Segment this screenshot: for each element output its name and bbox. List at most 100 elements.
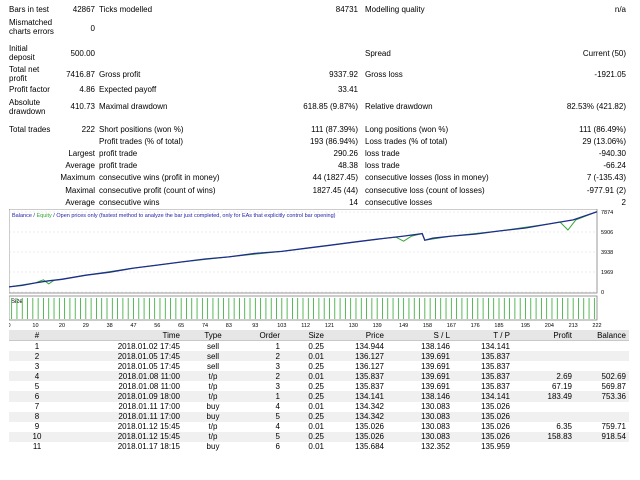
cell-profit bbox=[513, 402, 575, 412]
cell-tp: 135.026 bbox=[481, 402, 510, 412]
x-tick-label: 74 bbox=[202, 323, 208, 329]
table-row[interactable]: 10 2018.01.12 15:45 t/p 5 0.25 135.026 130.083… bbox=[9, 431, 629, 442]
col-header-sl[interactable]: S / L bbox=[387, 330, 453, 341]
col-header-balance[interactable]: Balance bbox=[575, 330, 629, 341]
table-row[interactable]: 7 2018.01.11 17:00 buy 4 0.01 134.342 130.083 1… bbox=[9, 402, 629, 412]
initial-deposit-label: Initial bbox=[9, 44, 28, 53]
cell-balance bbox=[575, 351, 629, 362]
col-header-size[interactable]: Size bbox=[283, 330, 327, 341]
cell-tp: 135.026 bbox=[481, 422, 510, 432]
table-row[interactable]: 1 2018.01.02 17:45 sell 1 0.25 134.944 138.146… bbox=[9, 341, 629, 352]
cell-type: t/p bbox=[183, 391, 243, 402]
col-header-order[interactable]: Order bbox=[243, 330, 283, 341]
cell-balance bbox=[575, 411, 629, 422]
cell-type: sell bbox=[183, 351, 243, 362]
x-tick-label: 149 bbox=[399, 323, 408, 329]
col-header-num[interactable]: # bbox=[9, 330, 65, 341]
cell-profit bbox=[513, 351, 575, 362]
profit-factor-label: Profit factor bbox=[9, 85, 50, 94]
cell-price: 134.342 bbox=[327, 411, 387, 422]
profit-trades-label: Profit trades (% of total) bbox=[99, 137, 184, 146]
loss-trades-value: 29 (13.06%) bbox=[582, 137, 626, 146]
table-row[interactable]: 4 2018.01.08 11:00 t/p 2 0.01 135.837 139.691 1… bbox=[9, 371, 629, 382]
x-tick-label: 29 bbox=[83, 323, 89, 329]
table-row[interactable]: 5 2018.01.08 11:00 t/p 3 0.25 135.837 139.691 1… bbox=[9, 381, 629, 391]
max-consec-wins-value: 44 (1827.45) bbox=[312, 173, 358, 182]
table-row[interactable]: 9 2018.01.12 15:45 t/p 4 0.01 135.026 130.083 1… bbox=[9, 422, 629, 432]
cell-sl: 139.691 bbox=[387, 351, 453, 362]
cell-size: 0.25 bbox=[308, 361, 324, 371]
average-loss-value: -66.24 bbox=[603, 161, 626, 170]
cell-order: 4 bbox=[275, 422, 280, 432]
cell-size: 0.25 bbox=[283, 411, 327, 422]
average-profit-value: 48.38 bbox=[337, 161, 358, 170]
table-row[interactable]: 6 2018.01.09 18:00 t/p 1 0.25 134.141 138.146 1… bbox=[9, 391, 629, 402]
gross-profit-value: 9337.92 bbox=[329, 70, 358, 79]
balance-equity-chart: Balance / Equity / Open prices only (fas… bbox=[9, 209, 613, 329]
max-consec-losses-label: consecutive losses (loss in money) bbox=[365, 173, 489, 182]
modelling-quality-label: Modelling quality bbox=[365, 5, 425, 14]
cell-tp: 134.141 bbox=[481, 341, 510, 351]
cell-time: 2018.01.11 17:00 bbox=[118, 402, 180, 412]
col-header-profit[interactable]: Profit bbox=[513, 330, 575, 341]
cell-time: 2018.01.09 18:00 bbox=[65, 391, 183, 402]
cell-tp: 135.837 bbox=[453, 371, 513, 382]
maximal-drawdown-label: Maximal drawdown bbox=[99, 102, 168, 111]
table-row[interactable]: 11 2018.01.17 18:15 buy 6 0.01 135.684 132.352… bbox=[9, 442, 629, 452]
max-consec-wins-label: consecutive wins (profit in money) bbox=[99, 173, 220, 182]
col-header-price[interactable]: Price bbox=[327, 330, 387, 341]
cell-sl: 138.146 bbox=[387, 391, 453, 402]
spread-value: Current (50) bbox=[582, 49, 626, 58]
spread-label: Spread bbox=[365, 49, 391, 58]
y-axis-ticks: 7874 5906 3938 1969 0 bbox=[601, 210, 613, 296]
table-row[interactable]: 2 2018.01.05 17:45 sell 2 0.01 136.127 139.691… bbox=[9, 351, 629, 362]
cell-price: 135.684 bbox=[355, 442, 384, 452]
absolute-drawdown-label: Absolute bbox=[9, 98, 41, 107]
cell-tp: 134.141 bbox=[453, 391, 513, 402]
cell-price: 134.944 bbox=[355, 341, 384, 351]
total-net-profit-value: 7416.87 bbox=[66, 70, 95, 79]
maximum-label: Maximum bbox=[60, 173, 95, 182]
avg-consec-wins-label: consecutive wins bbox=[99, 198, 160, 207]
cell-price: 136.127 bbox=[355, 361, 384, 371]
y-tick-label: 3938 bbox=[601, 250, 613, 256]
cell-order: 6 bbox=[275, 442, 280, 452]
mismatched-label-2: charts errors bbox=[9, 27, 54, 36]
cell-time: 2018.01.08 11:00 bbox=[65, 371, 183, 382]
cell-balance: 759.71 bbox=[601, 422, 626, 432]
table-row[interactable]: 3 2018.01.05 17:45 sell 3 0.25 136.127 139.691… bbox=[9, 361, 629, 371]
x-tick-label: 213 bbox=[569, 323, 578, 329]
expected-payoff-value: 33.41 bbox=[337, 85, 358, 94]
cell-type: buy bbox=[206, 402, 220, 412]
loss-trades-label: Loss trades (% of total) bbox=[365, 137, 448, 146]
cell-price: 134.342 bbox=[355, 402, 384, 412]
avg-consec-losses-value: 2 bbox=[621, 198, 626, 207]
maximal-consec-profit-value: 1827.45 (44) bbox=[312, 186, 358, 195]
cell-num: 7 bbox=[34, 402, 40, 412]
col-header-time[interactable]: Time bbox=[65, 330, 183, 341]
cell-balance: 569.87 bbox=[601, 381, 626, 391]
ticks-modelled-value: 84731 bbox=[335, 5, 358, 14]
cell-tp: 135.959 bbox=[481, 442, 510, 452]
cell-profit: 67.19 bbox=[551, 381, 572, 391]
cell-profit bbox=[513, 361, 575, 371]
x-tick-label: 222 bbox=[592, 323, 601, 329]
cell-time: 2018.01.12 15:45 bbox=[65, 431, 183, 442]
cell-time: 2018.01.08 11:00 bbox=[118, 381, 180, 391]
cell-order: 5 bbox=[243, 411, 283, 422]
total-trades-label: Total trades bbox=[9, 125, 51, 134]
col-header-type[interactable]: Type bbox=[183, 330, 243, 341]
cell-size: 0.01 bbox=[283, 371, 327, 382]
cell-type: t/p bbox=[183, 371, 243, 382]
relative-drawdown-value: 82.53% (421.82) bbox=[566, 102, 626, 111]
cell-size: 0.25 bbox=[308, 341, 324, 351]
col-header-tp[interactable]: T / P bbox=[453, 330, 513, 341]
table-row[interactable]: 8 2018.01.11 17:00 buy 5 0.25 134.342 130.083 1… bbox=[9, 411, 629, 422]
x-tick-label: 83 bbox=[226, 323, 232, 329]
expected-payoff-label: Expected payoff bbox=[99, 85, 157, 94]
cell-order: 5 bbox=[243, 431, 283, 442]
cell-time: 2018.01.12 15:45 bbox=[117, 422, 180, 432]
cell-type: t/p bbox=[208, 422, 218, 432]
cell-num: 3 bbox=[34, 361, 40, 371]
cell-sl: 130.083 bbox=[387, 411, 453, 422]
